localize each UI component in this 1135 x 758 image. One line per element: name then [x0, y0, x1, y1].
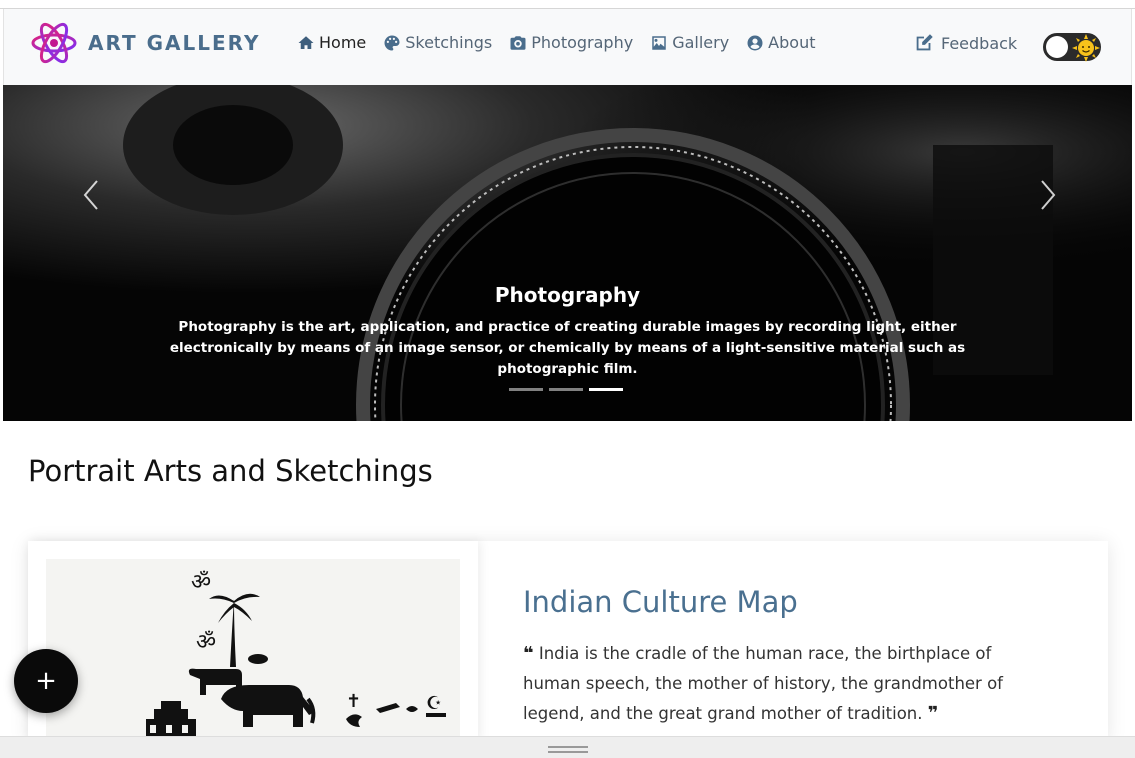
- edit-icon: [916, 34, 933, 51]
- carousel-title: Photography: [494, 283, 641, 307]
- image-icon: [652, 35, 666, 50]
- brand[interactable]: ART GALLERY: [30, 19, 260, 67]
- svg-text:✝: ✝: [346, 691, 361, 712]
- sun-icon: [1072, 34, 1100, 62]
- nav-item-sketchings[interactable]: Sketchings: [383, 33, 492, 52]
- toggle-knob: [1046, 36, 1068, 58]
- palette-icon: [384, 35, 400, 50]
- camera-icon: [510, 35, 526, 50]
- svg-text:ॐ: ॐ: [191, 570, 211, 595]
- carousel-text: Photography is the art, application, and…: [169, 319, 966, 377]
- nav-item-photography[interactable]: Photography: [509, 33, 633, 52]
- card-title: Indian Culture Map: [523, 585, 798, 619]
- indian-culture-map-sketch: ॐ ॐ ✝ ☪: [146, 570, 446, 741]
- carousel-indicator[interactable]: [549, 388, 583, 391]
- carousel-indicator[interactable]: [509, 388, 543, 391]
- bottom-drawer-bar: [0, 736, 1135, 758]
- add-fab-button[interactable]: +: [14, 649, 78, 713]
- section-title: Portrait Arts and Sketchings: [28, 454, 433, 488]
- atom-logo-icon: [31, 22, 77, 64]
- feedback-link[interactable]: Feedback: [913, 32, 1017, 54]
- nav-item-label: Home: [319, 33, 367, 52]
- user-circle-icon: [747, 35, 763, 50]
- card-image[interactable]: ॐ ॐ ✝ ☪: [46, 559, 460, 741]
- main-nav: Home Sketchings Photography Gallery Abou…: [297, 33, 832, 52]
- card-image-frame: ॐ ॐ ✝ ☪: [28, 541, 478, 741]
- svg-text:ॐ: ॐ: [196, 630, 216, 655]
- nav-item-label: Sketchings: [405, 33, 493, 52]
- quote-open-icon: ❝: [523, 643, 534, 664]
- window-top-strip: [0, 0, 1135, 9]
- nav-item-label: About: [768, 33, 816, 52]
- carousel-prev-icon[interactable]: [73, 175, 113, 215]
- nav-item-gallery[interactable]: Gallery: [650, 33, 729, 52]
- nav-item-about[interactable]: About: [746, 33, 815, 52]
- brand-name: ART GALLERY: [88, 31, 261, 55]
- nav-item-home[interactable]: Home: [297, 33, 366, 52]
- carousel-next-icon[interactable]: [1026, 175, 1066, 215]
- quote-close-icon: ❞: [927, 703, 939, 724]
- card-quote: ❝ India is the cradle of the human race,…: [523, 639, 1043, 729]
- feedback-label: Feedback: [941, 33, 1018, 53]
- carousel-indicator-active[interactable]: [589, 388, 623, 391]
- theme-toggle[interactable]: [1043, 33, 1101, 62]
- svg-text:☪: ☪: [426, 693, 442, 714]
- navbar: ART GALLERY Home Sketchings Photography …: [3, 9, 1132, 85]
- hero-carousel: Photography Photography is the art, appl…: [3, 85, 1132, 421]
- nav-item-label: Photography: [531, 33, 634, 52]
- art-card: ॐ ॐ ✝ ☪ Indian Culture Map ❝ India is th…: [28, 541, 1108, 741]
- drag-handle-icon[interactable]: [548, 746, 588, 753]
- home-icon: [298, 35, 314, 49]
- carousel-indicators: [509, 388, 629, 391]
- carousel-caption: Photography Photography is the art, appl…: [3, 283, 1132, 380]
- plus-icon: +: [35, 666, 57, 696]
- nav-item-label: Gallery: [672, 33, 730, 52]
